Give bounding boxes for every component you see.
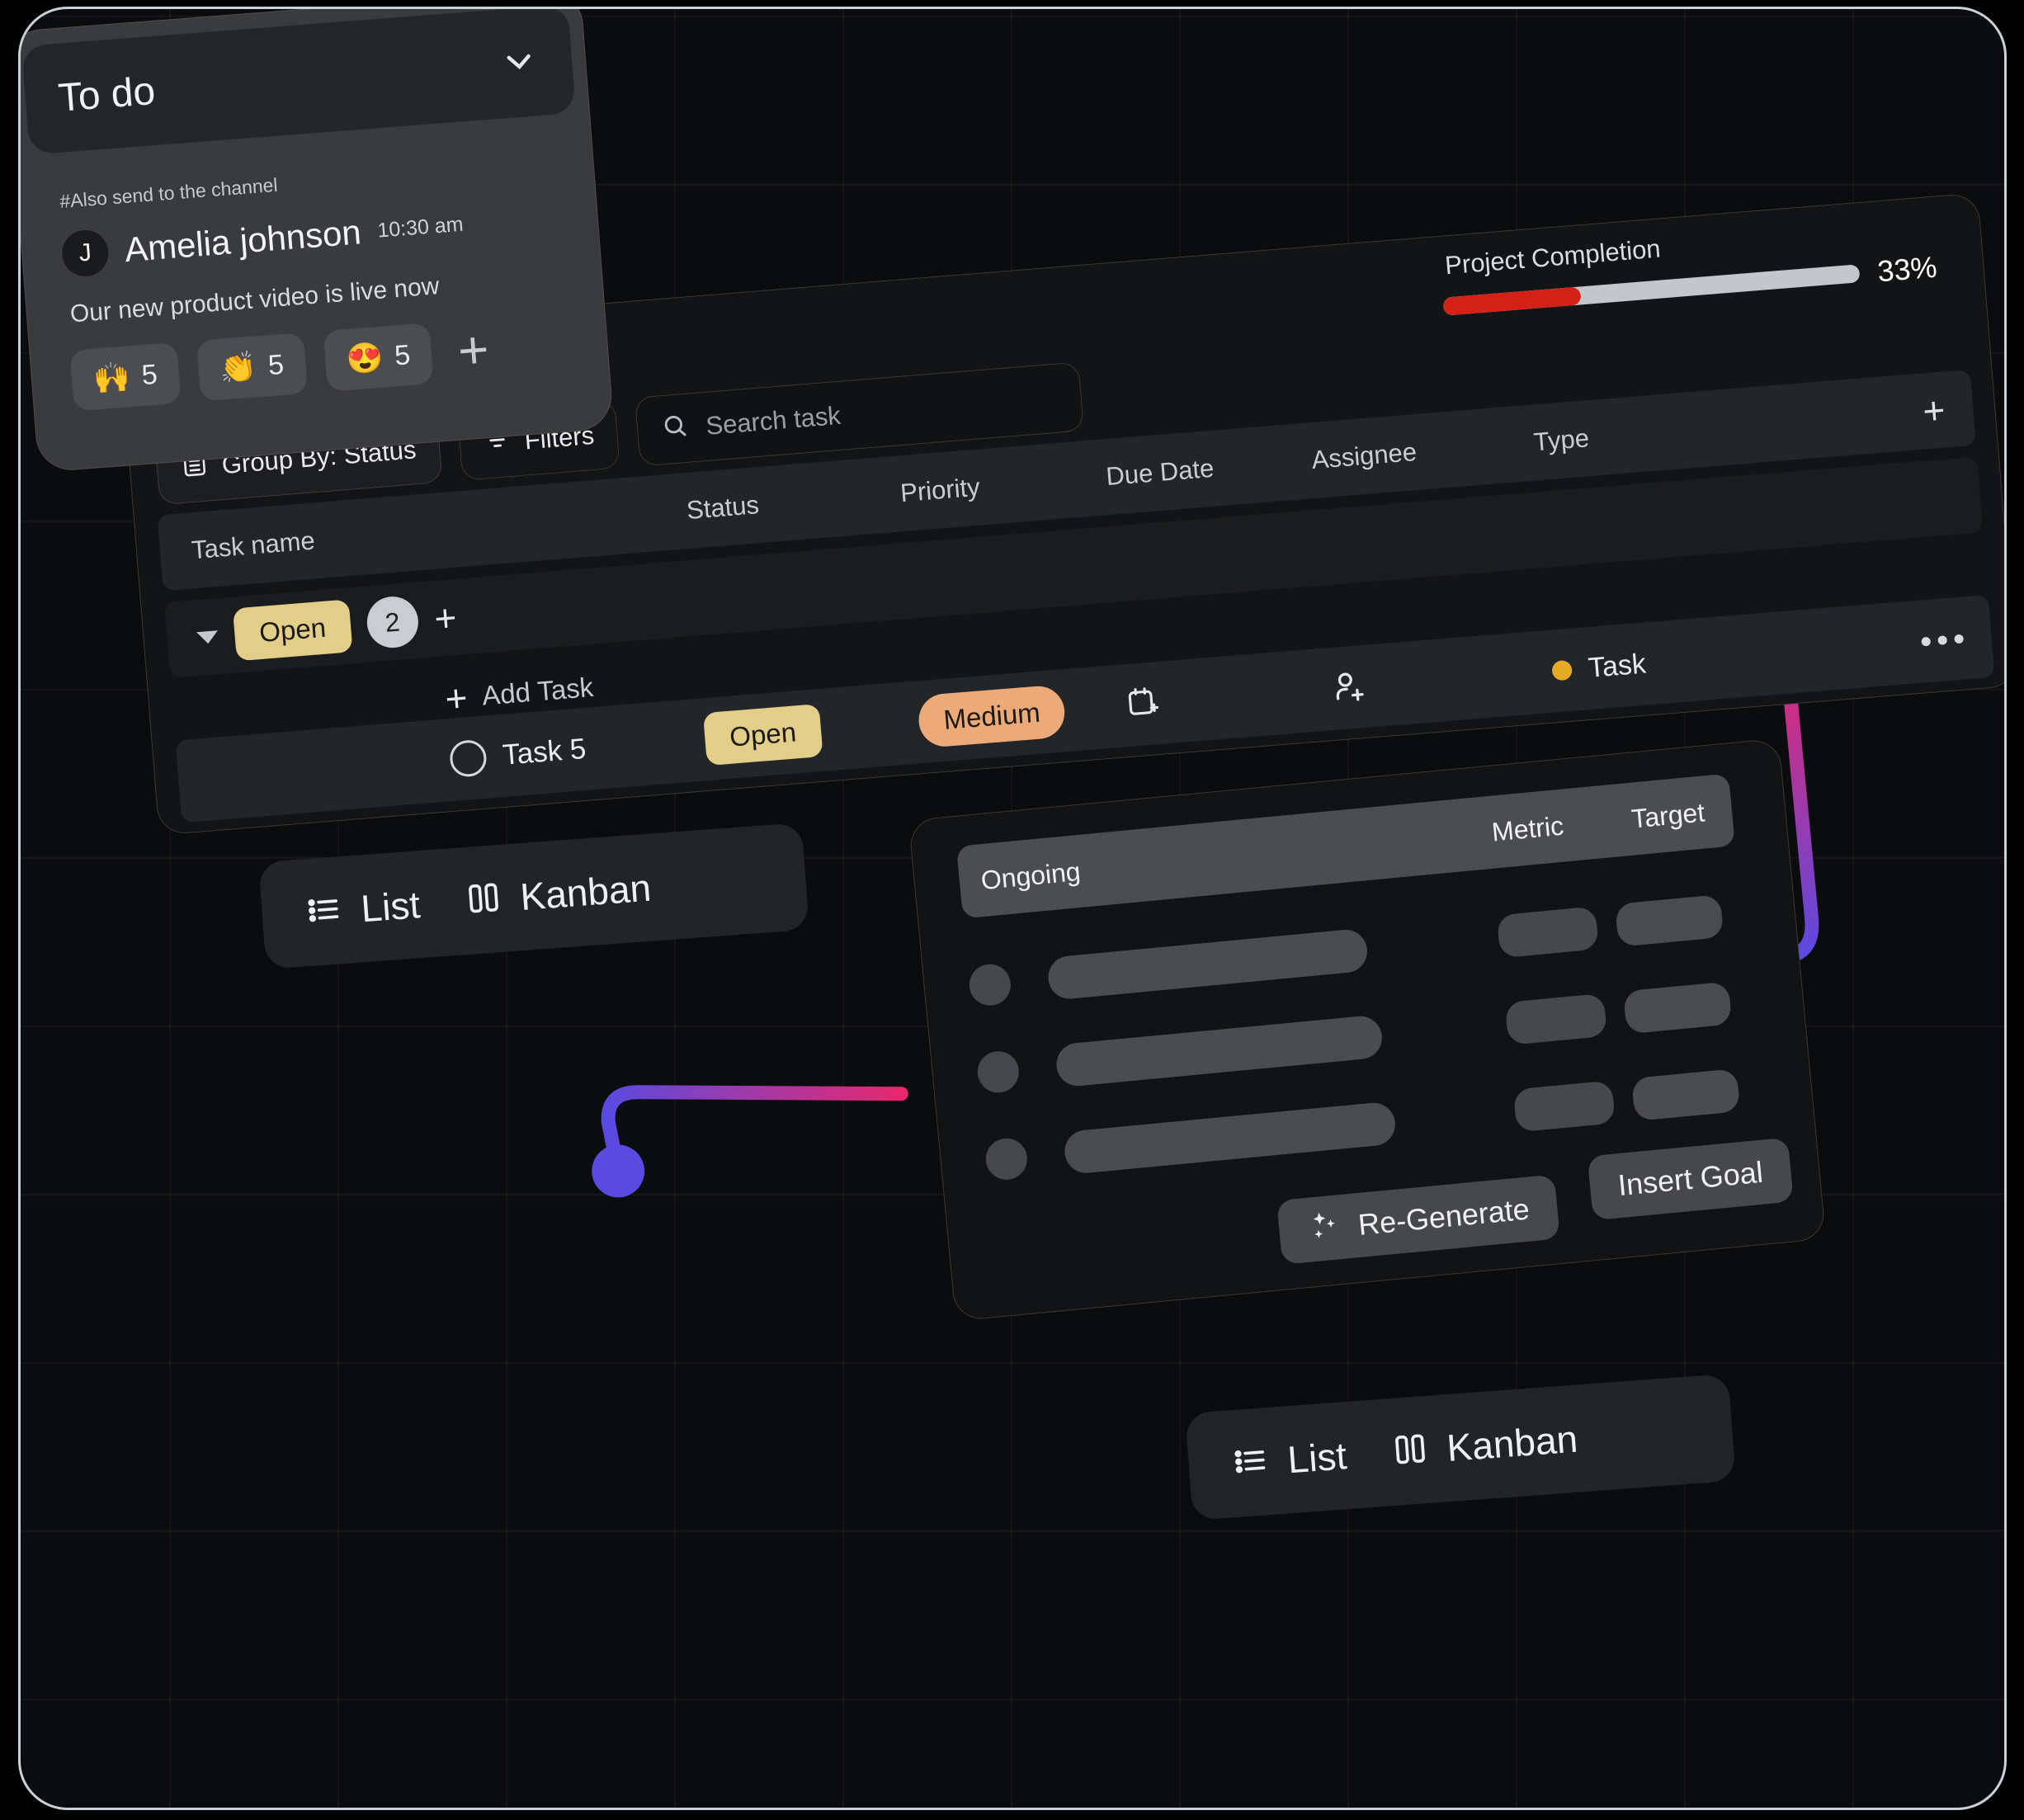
regenerate-button[interactable]: Re-Generate [1276, 1174, 1560, 1264]
skeleton-dot [984, 1137, 1029, 1181]
skeleton-metric-pill [1513, 1080, 1616, 1132]
reaction-emoji: 😍 [345, 340, 385, 377]
task-checkbox-icon[interactable] [449, 739, 488, 778]
progress-percent-text: 33% [1876, 250, 1938, 290]
view-tab-list-2[interactable]: List [1230, 1433, 1348, 1486]
user-plus-icon[interactable] [1328, 665, 1370, 710]
view-tab-kanban-2[interactable]: Kanban [1389, 1417, 1579, 1474]
skeleton-target-pill [1631, 1068, 1740, 1121]
task-title: Task 5 [502, 733, 587, 772]
view-tab-kanban-label: Kanban [519, 865, 653, 919]
column-assignee: Assignee [1310, 437, 1418, 475]
column-priority: Priority [899, 473, 981, 509]
ellipsis-icon [1921, 634, 1964, 646]
list-icon [1230, 1440, 1271, 1485]
task-status-cell[interactable]: Open [703, 704, 823, 766]
sparkles-icon [1305, 1206, 1344, 1252]
type-dot-icon [1551, 660, 1573, 681]
chat-author-name: Amelia johnson [123, 212, 362, 270]
search-input[interactable] [705, 384, 1059, 441]
goal-header-target: Target [1630, 797, 1706, 834]
chevron-down-icon[interactable] [196, 630, 219, 644]
goal-suggestion-panel: Ongoing Metric Target [908, 738, 1827, 1321]
view-tab-kanban[interactable]: Kanban [463, 865, 653, 923]
skeleton-bar [1063, 1101, 1397, 1175]
column-due-date: Due Date [1105, 454, 1215, 492]
reaction-count: 5 [140, 358, 158, 391]
add-reaction-button[interactable]: + [457, 333, 490, 367]
kanban-icon [463, 877, 504, 922]
skeleton-dot [976, 1049, 1021, 1094]
add-task-label: Add Task [481, 672, 595, 712]
chat-timestamp: 10:30 am [376, 212, 464, 243]
progress-bar-fill [1442, 286, 1581, 315]
chat-channel-note: #Also send to the channel [59, 174, 278, 213]
insert-goal-label: Insert Goal [1616, 1155, 1764, 1203]
insert-goal-button[interactable]: Insert Goal [1588, 1138, 1794, 1221]
goal-header-metric: Metric [1490, 810, 1564, 847]
goal-header-ongoing: Ongoing [979, 856, 1082, 895]
plus-icon: + [444, 684, 468, 712]
row-more-menu-button[interactable] [1921, 634, 1964, 646]
view-tab-list-label: List [360, 882, 422, 931]
type-label: Task [1587, 648, 1647, 684]
canvas-frame: Project Completion 33% Group By [18, 7, 2007, 1810]
calendar-plus-icon[interactable] [1123, 682, 1163, 725]
task-due-date-cell[interactable] [1123, 682, 1163, 725]
group-status-pill[interactable]: Open [233, 599, 352, 661]
skeleton-metric-pill [1497, 906, 1599, 958]
task-priority-cell[interactable]: Medium [917, 684, 1067, 748]
task-assignee-cell[interactable] [1328, 665, 1370, 710]
view-tab-list[interactable]: List [304, 882, 422, 935]
skeleton-dot [968, 963, 1012, 1007]
priority-badge[interactable]: Medium [917, 684, 1067, 748]
todo-chat-card: To do #Also send to the channel J Amelia… [18, 7, 615, 473]
status-badge[interactable]: Open [703, 704, 823, 766]
reaction-chip[interactable]: 🙌 5 [69, 342, 181, 412]
skeleton-metric-pill [1505, 993, 1607, 1045]
avatar: J [60, 229, 110, 278]
column-task-name: Task name [191, 526, 316, 565]
group-count-badge: 2 [365, 595, 420, 650]
task-type-cell[interactable]: Task [1551, 648, 1648, 687]
chat-message-text: Our new product video is live now [69, 272, 441, 328]
chat-card-title: To do [57, 68, 157, 120]
kanban-icon [1389, 1428, 1431, 1473]
reaction-emoji: 👏 [219, 349, 258, 386]
chat-card-header[interactable]: To do [21, 7, 576, 155]
skeleton-target-pill [1623, 982, 1732, 1035]
reaction-chip[interactable]: 👏 5 [196, 332, 308, 402]
skeleton-bar [1046, 928, 1369, 1001]
skeleton-bar [1054, 1014, 1384, 1087]
reaction-count: 5 [394, 339, 412, 372]
reaction-chip[interactable]: 😍 5 [323, 323, 434, 392]
chat-author-row: J Amelia johnson 10:30 am [60, 201, 465, 278]
skeleton-target-pill [1615, 894, 1724, 947]
add-task-in-group-button[interactable]: + [433, 604, 457, 632]
view-tab-kanban-label-2: Kanban [1446, 1417, 1579, 1470]
view-tab-list-label-2: List [1286, 1433, 1348, 1482]
chevron-down-icon[interactable] [498, 40, 540, 87]
reaction-count: 5 [267, 348, 285, 381]
column-status: Status [686, 490, 760, 526]
list-icon [304, 889, 345, 934]
search-icon [660, 411, 691, 448]
task-name-cell[interactable]: Task 5 [449, 731, 587, 778]
column-type: Type [1532, 423, 1590, 457]
reaction-emoji: 🙌 [92, 359, 131, 396]
chat-reactions-row: 🙌 5 👏 5 😍 5 + [69, 318, 491, 412]
regenerate-label: Re-Generate [1356, 1192, 1531, 1242]
add-column-button[interactable]: + [1922, 394, 1946, 427]
